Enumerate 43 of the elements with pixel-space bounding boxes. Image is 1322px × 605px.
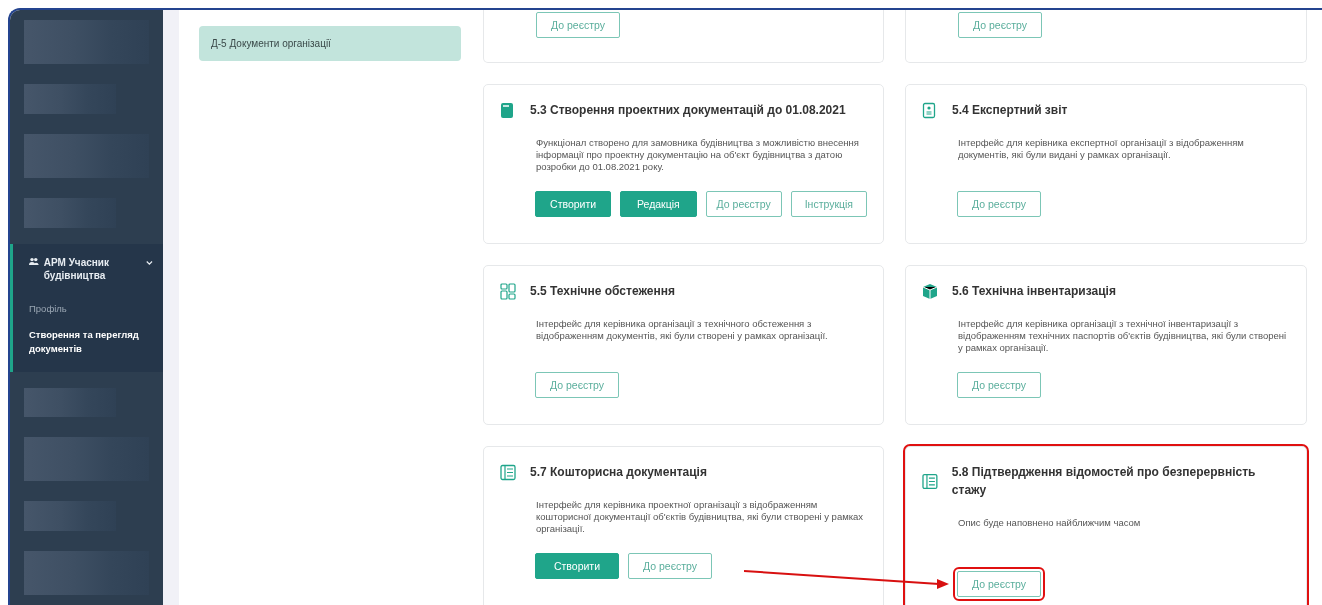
card-title: 5.7 Кошторисна документація [530, 464, 707, 481]
button[interactable]: Створити [535, 191, 612, 217]
blurred-menu-item[interactable] [24, 387, 116, 418]
cube-icon [922, 282, 938, 300]
menu-item[interactable]: Створення та перегляд документів [29, 321, 153, 362]
users-icon [29, 255, 39, 267]
menu-item[interactable]: Профіль [29, 295, 153, 322]
card-title: 5.5 Технічне обстеження [530, 283, 675, 300]
button[interactable]: До реєстру [958, 12, 1042, 38]
card-description: Інтерфейс для керівника організації з технічного обстеження з відображенням документів, які були створені у рамках організації. [536, 318, 829, 343]
card-description: Інтерфейс для керівника організації з технічної інвентаризації з відображенням технічних паспортів об'єктів будівництва, які були створені у рамках організації. [958, 318, 1288, 354]
blurred-menu-item[interactable] [24, 551, 149, 595]
card-title: 5.3 Створення проектних документацій до 01.08.2021 [530, 102, 846, 119]
list-icon [500, 463, 516, 481]
blurred-menu-item[interactable] [24, 501, 116, 532]
chevron-icon [146, 259, 153, 266]
card-description: Опис буде наповнено найближчим часом [958, 517, 1142, 530]
button[interactable]: Інструкція [790, 191, 867, 217]
button[interactable]: Створити [535, 553, 619, 579]
blurred-menu-item[interactable] [24, 133, 149, 178]
button[interactable]: До реєстру [535, 372, 619, 398]
button[interactable]: Редакція [620, 191, 697, 217]
card-description: Інтерфейс для керівника проектної організації з відображенням кошторисної документації об'єктів будівництва, які були створені у рамках організації. [536, 499, 865, 535]
layout-icon [500, 282, 516, 300]
list-icon [922, 472, 938, 490]
blurred-menu-item[interactable] [24, 197, 116, 228]
blurred-menu-item[interactable] [24, 20, 149, 64]
card-description: Інтерфейс для керівника експертної організації з відображенням документів, які були видані у рамках організації. [958, 137, 1245, 162]
card-title: 5.8 Підтвердження відомостей про безперервність стажу [951, 464, 1257, 499]
file-icon [500, 101, 516, 119]
card-title: 5.6 Технічна інвентаризація [952, 283, 1116, 300]
id-badge-icon [922, 101, 938, 119]
subnav-item[interactable]: Д-5 Документи організації [199, 26, 461, 61]
blurred-menu-item[interactable] [24, 437, 149, 482]
button[interactable]: До реєстру [536, 12, 620, 38]
button[interactable]: До реєстру [957, 372, 1041, 398]
card-title: 5.4 Експертний звіт [952, 102, 1068, 119]
card-description: Функціонал створено для замовника будівництва з можливістю внесення інформації про проектну документацію на об'єкт будівництва з датою розробки до 01.08.2021 року. [536, 137, 860, 173]
button[interactable]: До реєстру [628, 553, 712, 579]
button[interactable]: До реєстру [957, 191, 1041, 217]
blurred-menu-item[interactable] [24, 83, 116, 114]
button[interactable]: До реєстру [705, 191, 782, 217]
menu-group-header[interactable]: АРМ Учасник будівництва [29, 255, 153, 282]
